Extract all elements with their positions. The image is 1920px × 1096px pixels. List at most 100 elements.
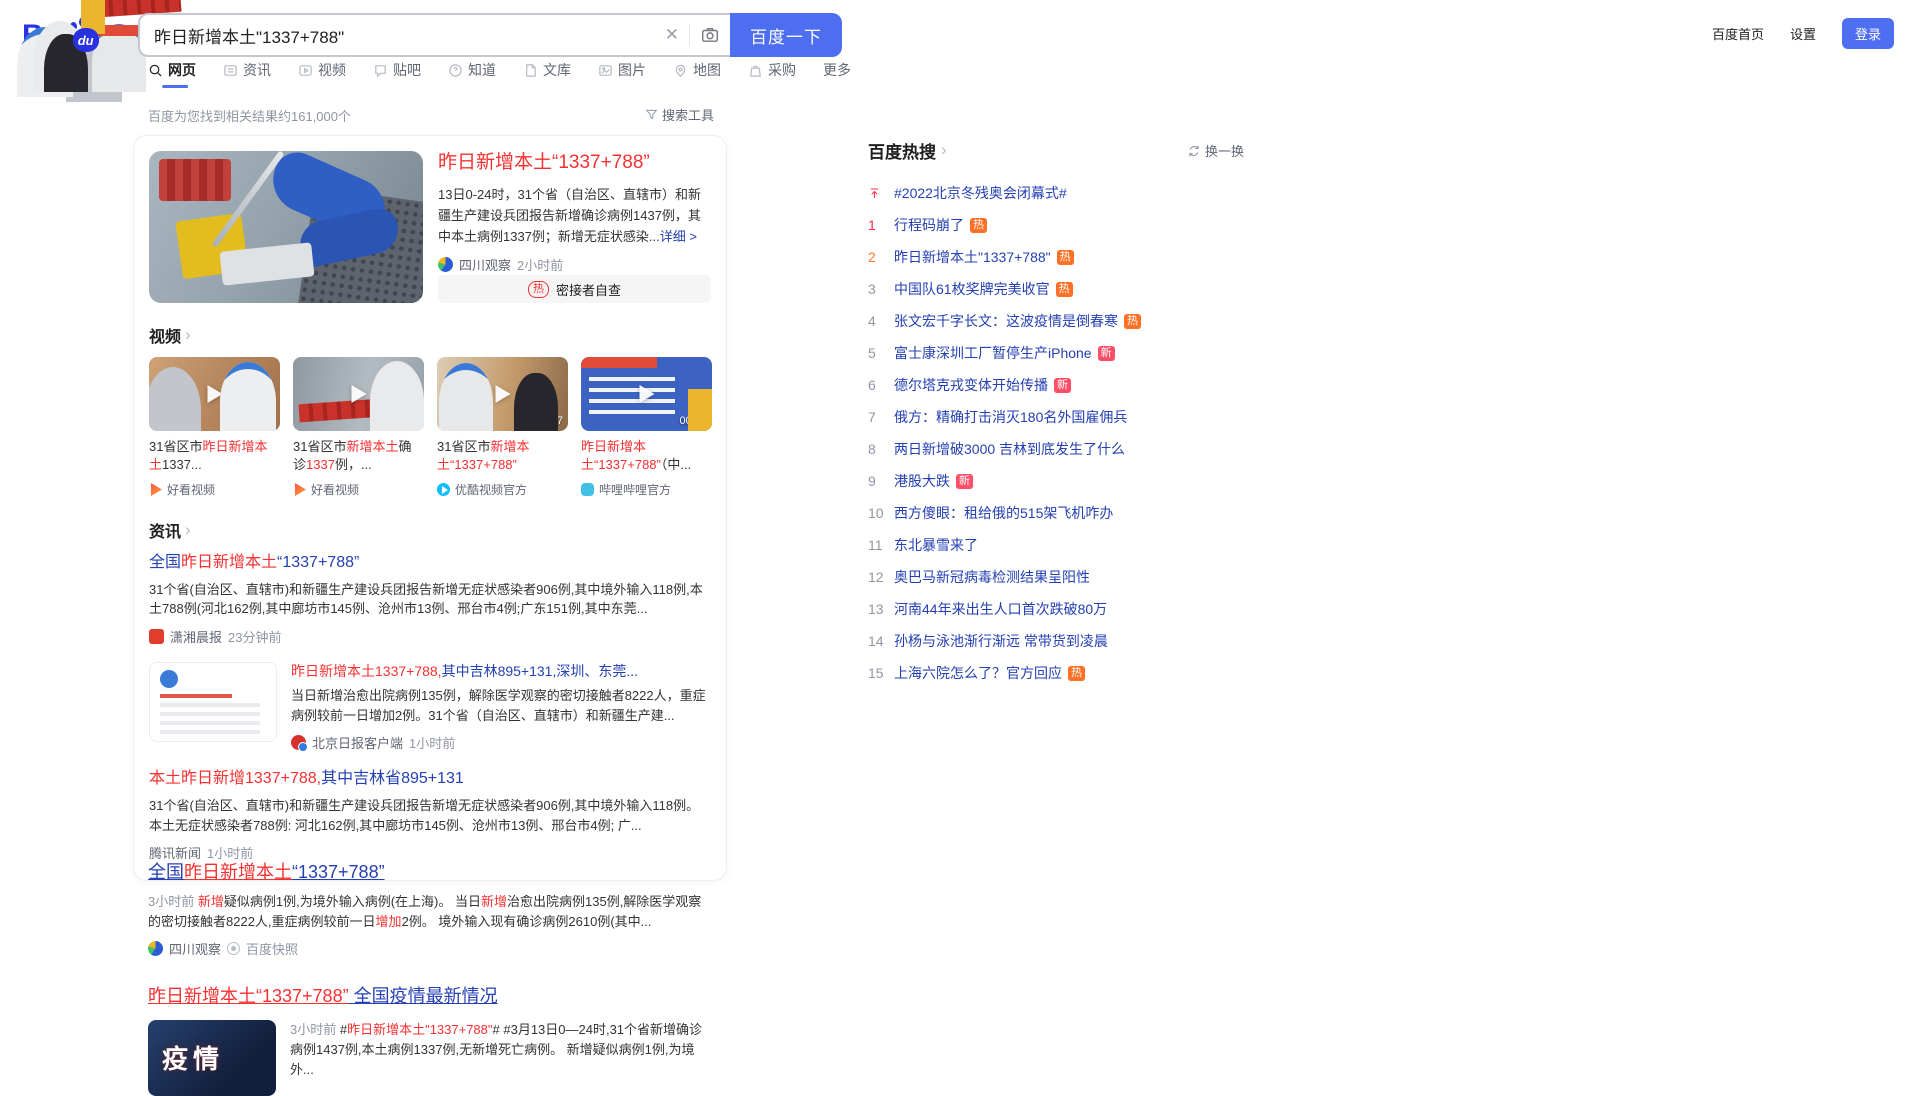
top-arrow-icon [870,188,879,198]
news-item: 本土昨日新增1337+788,其中吉林省895+131 31个省(自治区、直辖市… [149,768,711,862]
search-divider [689,24,690,46]
video-icon [299,64,312,76]
hot-search-link[interactable]: 俄方：精确打击消灭180名外国雇佣兵 [894,407,1127,427]
hot-search-item[interactable]: 7 俄方：精确打击消灭180名外国雇佣兵 [868,401,1244,433]
tab-wenku[interactable]: 文库 [523,60,571,88]
hot-search-item[interactable]: 5 富士康深圳工厂暂停生产iPhone 新 [868,337,1244,369]
camera-icon[interactable] [700,26,720,44]
hot-search-title[interactable]: 百度热搜 [868,138,936,163]
hot-search-link[interactable]: 德尔塔克戎变体开始传播 [894,375,1048,395]
hot-search-item[interactable]: #2022北京冬残奥会闭幕式# [868,177,1244,209]
video-row: 01:57 31省区市昨日新增本土1337... 好看视频 02:40 31省区市新增本… [149,357,712,498]
video-title[interactable]: 31省区市昨日新增本土1337... [149,438,280,475]
video-section-header[interactable]: 视频 › [149,323,711,347]
tab-more[interactable]: 更多 [823,60,851,88]
search-button[interactable]: 百度一下 [730,13,842,57]
news-title[interactable]: 昨日新增本土1337+788,其中吉林895+131,深圳、东莞... [291,662,711,681]
hot-search-item[interactable]: 8 两日新增破3000 吉林到底发生了什么 [868,433,1244,465]
tab-tieba[interactable]: 贴吧 [373,60,421,88]
hot-search-item[interactable]: 13 河南44年来出生人口首次跌破80万 [868,593,1244,625]
clear-icon[interactable]: ✕ [655,25,689,45]
source-row: 四川观察 2小时前 [438,255,711,274]
news-section-header[interactable]: 资讯 › [149,518,711,542]
hot-search-item[interactable]: 11 东北暴雪来了 [868,529,1244,561]
search-box[interactable]: ✕ [138,13,730,57]
video-title[interactable]: 31省区市新增本土“1337+788” [437,438,568,475]
tab-webpage[interactable]: 网页 [148,60,196,88]
hot-search-link[interactable]: 河南44年来出生人口首次跌破80万 [894,599,1107,619]
hot-search-item[interactable]: 3 中国队61枚奖牌完美收官热 [868,273,1244,305]
video-duration: 02:37 [535,415,563,427]
video-title[interactable]: 昨日新增本土“1337+788”（中... [581,438,712,475]
epidemic-thumbnail[interactable]: 疫情 [148,1019,276,1096]
result-snippet: 3小时前 #昨日新增本土"1337+788"# #3月13日0—24时,31个省… [290,1021,703,1077]
video-thumbnail[interactable]: 02:37 [437,357,568,431]
source-name[interactable]: 四川观察 [459,255,511,274]
hot-search-link[interactable]: 孙杨与泳池渐行渐远 常带货到凌晨 [894,631,1108,651]
hot-search-item[interactable]: 6 德尔塔克戎变体开始传播新 [868,369,1244,401]
rank-number: 3 [868,281,876,297]
hot-search-link[interactable]: 中国队61枚奖牌完美收官 [894,279,1050,299]
search-bar: ✕ 百度一下 [138,13,842,57]
hot-search-link[interactable]: 港股大跌 [894,471,950,491]
hot-search-link[interactable]: #2022北京冬残奥会闭幕式# [894,183,1067,203]
login-button[interactable]: 登录 [1841,18,1894,49]
rank-number: 2 [868,249,876,265]
hot-search-item[interactable]: 1 行程码崩了热 [868,209,1244,241]
news-title[interactable]: 本土昨日新增1337+788,其中吉林省895+131 [149,768,711,790]
result-title[interactable]: 全国昨日新增本土“1337+788” [148,860,714,885]
nav-settings[interactable]: 设置 [1790,24,1816,43]
search-tools[interactable]: 搜索工具 [645,105,714,124]
detail-link[interactable]: 详细 > [660,229,697,244]
refresh-button[interactable]: 换一换 [1187,141,1244,160]
tab-caigou[interactable]: 采购 [748,60,796,88]
video-title[interactable]: 31省区市新增本土确诊1337例，... [293,438,424,475]
baidu-snapshot-link[interactable]: 百度快照 [246,939,298,958]
tab-zhidao[interactable]: 知道 [448,60,496,88]
article-thumbnail[interactable] [149,661,277,742]
source-row: 优酷视频官方 [437,481,568,498]
nav-baidu-home[interactable]: 百度首页 [1712,24,1764,43]
hot-search-link[interactable]: 富士康深圳工厂暂停生产iPhone [894,343,1092,363]
source-row: 好看视频 [149,481,280,498]
source-row: 北京日报客户端 1小时前 [291,733,711,753]
news-photo[interactable] [149,151,423,303]
tab-video[interactable]: 视频 [298,60,346,88]
result-title[interactable]: 昨日新增本土“1337+788” 全国疫情最新情况 [148,984,714,1009]
hot-search-item[interactable]: 10 西方傻眼：租给俄的515架飞机咋办 [868,497,1244,529]
news-item: 昨日新增本土1337+788,其中吉林895+131,深圳、东莞... 当日新增… [149,661,711,753]
refresh-icon [1189,145,1199,156]
hot-search-item[interactable]: 9 港股大跌新 [868,465,1244,497]
tab-image[interactable]: 图片 [598,60,646,88]
video-thumbnail[interactable]: 01:57 [149,357,280,431]
news-title[interactable]: 全国昨日新增本土“1337+788” [149,552,711,574]
tab-news[interactable]: 资讯 [223,60,271,88]
hot-search-item[interactable]: 15 上海六院怎么了？官方回应热 [868,657,1244,689]
hot-search-link[interactable]: 上海六院怎么了？官方回应 [894,663,1062,683]
hot-search-link[interactable]: 行程码崩了 [894,215,964,235]
hot-badge: 热 [1055,281,1073,297]
haokan-icon [294,483,306,496]
hot-search-link[interactable]: 奥巴马新冠病毒检测结果呈阳性 [894,567,1090,587]
source-row: 好看视频 [293,481,424,498]
result-title[interactable]: 昨日新增本土“1337+788” [438,151,711,176]
tab-map[interactable]: 地图 [673,60,721,88]
search-input[interactable] [154,25,655,45]
hot-search-link[interactable]: 张文宏千字长文：这波疫情是倒春寒 [894,311,1118,331]
new-badge: 新 [956,473,973,489]
hot-search-link[interactable]: 两日新增破3000 吉林到底发生了什么 [894,439,1125,459]
video-result: 02:40 31省区市新增本土确诊1337例，... 好看视频 [293,357,424,498]
video-thumbnail[interactable]: 02:40 [293,357,424,431]
hot-search-link[interactable]: 东北暴雪来了 [894,535,978,555]
hot-search-item[interactable]: 4 张文宏千字长文：这波疫情是倒春寒热 [868,305,1244,337]
video-thumbnail[interactable]: 00:23 [581,357,712,431]
hot-search-item[interactable]: 12 奥巴马新冠病毒检测结果呈阳性 [868,561,1244,593]
hot-search-item[interactable]: 2 昨日新增本土"1337+788" 热 [868,241,1244,273]
source-row: 潇湘晨报 23分钟前 [149,627,711,646]
play-icon [351,385,366,403]
haokan-icon [150,483,162,496]
hot-search-link[interactable]: 昨日新增本土"1337+788" [894,247,1051,267]
hot-search-item[interactable]: 14 孙杨与泳池渐行渐远 常带货到凌晨 [868,625,1244,657]
close-contact-check-bar[interactable]: 热 密接者自查 [438,275,711,303]
hot-search-link[interactable]: 西方傻眼：租给俄的515架飞机咋办 [894,503,1113,523]
